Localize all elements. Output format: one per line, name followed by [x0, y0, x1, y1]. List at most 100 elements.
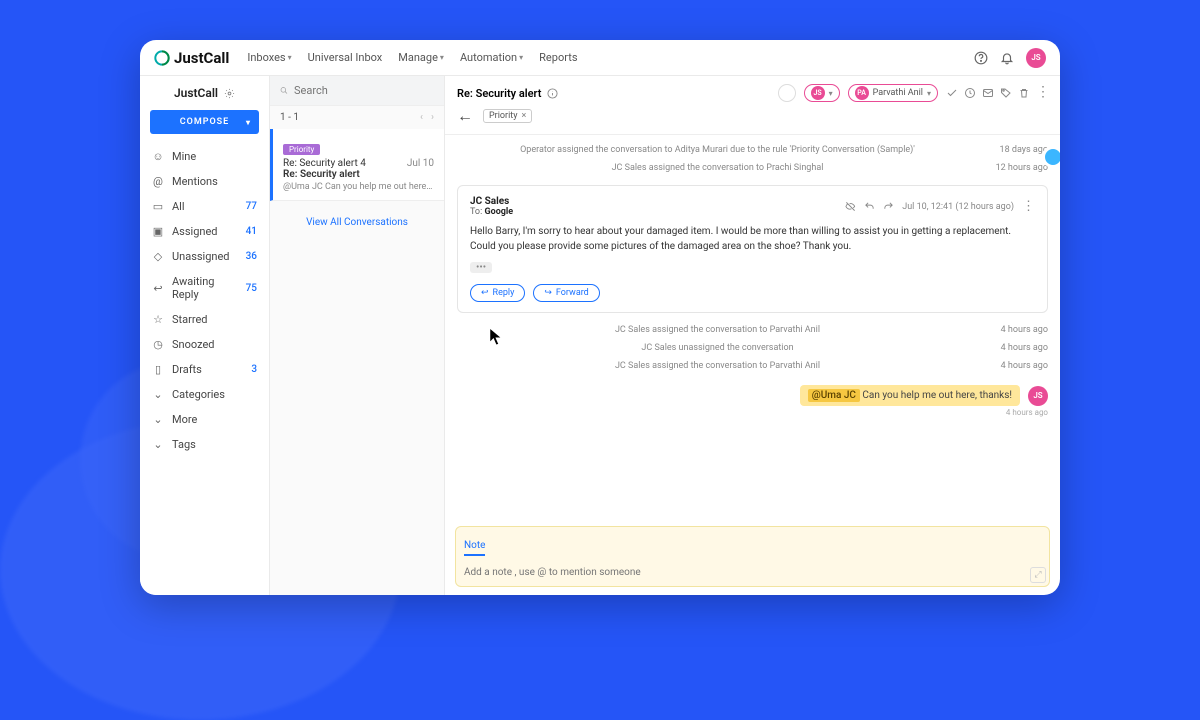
presence-avatar[interactable] — [1042, 146, 1060, 168]
chevron-down-icon: ⌄ — [152, 438, 164, 451]
app-window: JustCall Inboxes▾ Universal Inbox Manage… — [140, 40, 1060, 595]
tag-icon[interactable] — [1000, 87, 1012, 99]
chevron-down-icon: ▾ — [440, 53, 444, 62]
composer-tab-note[interactable]: Note — [464, 540, 485, 556]
sidebar-item-drafts[interactable]: ▯Drafts3 — [140, 357, 269, 382]
search-input[interactable] — [294, 84, 434, 97]
assignee-chip[interactable]: PAParvathi Anil▾ — [848, 84, 938, 102]
search-icon — [280, 85, 288, 96]
priority-chip[interactable]: Priority× — [483, 109, 532, 123]
system-event: JC Sales unassigned the conversation4 ho… — [457, 339, 1048, 357]
thread-subject-2: Re: Security alert — [283, 169, 360, 180]
workspace-selector[interactable]: JustCall — [140, 76, 269, 106]
brand-logo[interactable]: JustCall — [154, 49, 229, 67]
forward-icon[interactable] — [883, 201, 894, 212]
view-all-link[interactable]: View All Conversations — [270, 201, 444, 244]
sidebar-item-mentions[interactable]: @Mentions — [140, 169, 269, 194]
check-icon[interactable] — [946, 87, 958, 99]
clock-icon[interactable] — [964, 87, 976, 99]
clock-icon: ◷ — [152, 338, 164, 351]
nav-manage[interactable]: Manage▾ — [398, 51, 444, 64]
back-button[interactable]: ← — [457, 106, 473, 126]
expand-quote-icon[interactable]: ••• — [470, 262, 492, 273]
sidebar: JustCall COMPOSE ☺Mine @Mentions ▭All77 … — [140, 76, 270, 595]
topbar: JustCall Inboxes▾ Universal Inbox Manage… — [140, 40, 1060, 76]
participant-chip[interactable]: JS▾ — [804, 84, 840, 102]
logo-icon — [154, 50, 170, 66]
help-icon[interactable] — [974, 51, 988, 65]
note-time: 4 hours ago — [457, 408, 1048, 417]
mail-icon[interactable] — [982, 87, 994, 99]
mention-tag[interactable]: @Uma JC — [808, 389, 860, 402]
sidebar-item-categories[interactable]: ⌄Categories — [140, 382, 269, 407]
composer[interactable]: Note — [455, 526, 1050, 587]
expand-composer-icon[interactable]: ⤢ — [1030, 567, 1046, 583]
thread-item[interactable]: Priority Re: Security alert 4Jul 10 Re: … — [270, 129, 444, 201]
sidebar-item-starred[interactable]: ☆Starred — [140, 307, 269, 332]
star-icon: ☆ — [152, 313, 164, 326]
page-range: 1 - 1 — [280, 112, 299, 123]
chevron-down-icon: ▾ — [519, 53, 523, 62]
system-event: JC Sales assigned the conversation to Pr… — [457, 159, 1048, 177]
chevron-down-icon: ⌄ — [152, 413, 164, 426]
sidebar-item-tags[interactable]: ⌄Tags — [140, 432, 269, 457]
thread-subject-1: Re: Security alert 4 — [283, 158, 366, 169]
brand-text: JustCall — [174, 49, 229, 67]
more-icon[interactable]: ⋮ — [1036, 87, 1048, 99]
nav-reports[interactable]: Reports — [539, 51, 577, 64]
composer-input[interactable] — [464, 563, 1041, 582]
sidebar-item-mine[interactable]: ☺Mine — [140, 144, 269, 169]
inbox-icon: ▭ — [152, 200, 164, 213]
eye-off-icon[interactable] — [845, 201, 856, 212]
bell-icon[interactable] — [1000, 51, 1014, 65]
status-circle[interactable] — [778, 84, 796, 102]
sidebar-item-more[interactable]: ⌄More — [140, 407, 269, 432]
system-event: JC Sales assigned the conversation to Pa… — [457, 321, 1048, 339]
compose-button[interactable]: COMPOSE — [150, 110, 259, 134]
user-avatar[interactable]: JS — [1026, 48, 1046, 68]
reply-icon[interactable] — [864, 201, 875, 212]
nav-automation[interactable]: Automation▾ — [460, 51, 523, 64]
chevron-down-icon: ▾ — [829, 89, 833, 98]
chevron-down-icon: ⌄ — [152, 388, 164, 401]
system-event: Operator assigned the conversation to Ad… — [457, 141, 1048, 159]
sidebar-item-awaiting[interactable]: ↩Awaiting Reply75 — [140, 269, 269, 307]
detail-header: Re: Security alert JS▾ PAParvathi Anil▾ — [445, 76, 1060, 135]
at-icon: @ — [152, 175, 164, 188]
sidebar-item-snoozed[interactable]: ◷Snoozed — [140, 332, 269, 357]
reply-icon: ↩ — [152, 282, 164, 295]
assigned-icon: ▣ — [152, 225, 164, 238]
thread-preview: @Uma JC Can you help me out here, than… — [283, 182, 434, 192]
unassigned-icon: ◇ — [152, 250, 164, 263]
message-time: Jul 10, 12:41 (12 hours ago) — [902, 202, 1014, 212]
draft-icon: ▯ — [152, 363, 164, 376]
sidebar-item-assigned[interactable]: ▣Assigned41 — [140, 219, 269, 244]
chevron-down-icon: ▾ — [927, 89, 931, 98]
note-bubble: @Uma JC Can you help me out here, thanks… — [457, 385, 1048, 406]
remove-chip-icon[interactable]: × — [522, 111, 527, 121]
search-bar[interactable] — [270, 76, 444, 106]
nav-universal-inbox[interactable]: Universal Inbox — [308, 51, 383, 64]
next-page-icon[interactable]: › — [431, 112, 434, 123]
sidebar-item-all[interactable]: ▭All77 — [140, 194, 269, 219]
message-to: Google — [484, 207, 513, 217]
sidebar-nav: ☺Mine @Mentions ▭All77 ▣Assigned41 ◇Unas… — [140, 144, 269, 457]
pager: 1 - 1 ‹ › — [270, 106, 444, 129]
note-author-avatar[interactable]: JS — [1028, 386, 1048, 406]
workspace-name: JustCall — [174, 86, 218, 100]
forward-button[interactable]: ↪Forward — [533, 284, 599, 302]
priority-tag: Priority — [283, 144, 320, 155]
sidebar-item-unassigned[interactable]: ◇Unassigned36 — [140, 244, 269, 269]
mouse-cursor — [488, 326, 506, 348]
user-icon: ☺ — [152, 150, 164, 163]
nav-inboxes[interactable]: Inboxes▾ — [247, 51, 291, 64]
gear-icon — [224, 88, 235, 99]
chevron-down-icon: ▾ — [288, 53, 292, 62]
message-card: JC Sales To: Google Jul 10, 12:41 (12 ho… — [457, 185, 1048, 313]
message-from: JC Sales — [470, 196, 513, 207]
trash-icon[interactable] — [1018, 87, 1030, 99]
more-icon[interactable]: ⋮ — [1022, 199, 1035, 214]
reply-button[interactable]: ↩Reply — [470, 284, 525, 302]
info-icon[interactable] — [547, 88, 558, 99]
prev-page-icon[interactable]: ‹ — [420, 112, 423, 123]
